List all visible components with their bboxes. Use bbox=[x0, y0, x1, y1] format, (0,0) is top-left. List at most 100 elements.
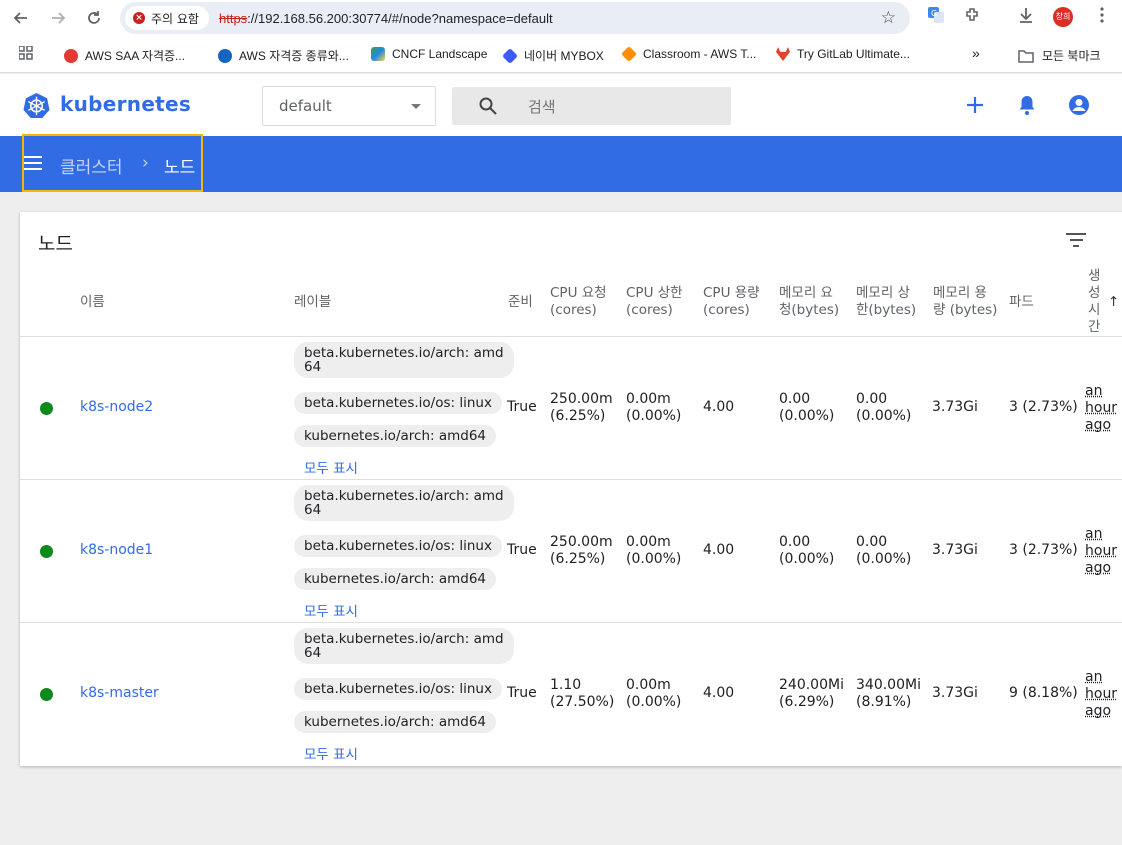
column-header-created[interactable]: 생 성 시 간 bbox=[1088, 268, 1100, 336]
label-chip: beta.kubernetes.io/arch: amd 64 bbox=[294, 485, 514, 521]
bookmark-item[interactable]: Classroom - AWS T... bbox=[621, 46, 757, 62]
cpu-capacity-value: 4.00 bbox=[703, 399, 735, 415]
bookmark-favicon-icon bbox=[371, 47, 385, 61]
bookmark-label: CNCF Landscape bbox=[392, 47, 488, 61]
search-icon bbox=[479, 97, 497, 115]
header-divider bbox=[20, 336, 1122, 337]
column-header-pods: 파드 bbox=[1009, 294, 1034, 310]
pods-value: 3 (2.73%) bbox=[1009, 399, 1078, 415]
security-warning-chip[interactable]: × 주의 요함 bbox=[125, 6, 209, 30]
app-header: kubernetes default 검색 bbox=[0, 74, 1122, 136]
pods-value: 9 (8.18%) bbox=[1009, 685, 1078, 701]
download-icon[interactable] bbox=[1017, 6, 1035, 28]
warning-label: 주의 요함 bbox=[151, 11, 199, 26]
dropdown-caret-icon bbox=[411, 104, 421, 109]
bookmarks-overflow-button[interactable]: » bbox=[972, 45, 980, 61]
filter-icon[interactable] bbox=[1066, 233, 1086, 247]
bookmark-label: Classroom - AWS T... bbox=[643, 47, 757, 61]
column-header-cpu-requests: CPU 요청 (cores) bbox=[550, 285, 607, 318]
translate-icon[interactable]: G bbox=[927, 6, 945, 28]
extensions-icon[interactable] bbox=[964, 6, 982, 28]
profile-avatar[interactable]: 창희 bbox=[1053, 7, 1073, 27]
bookmark-favicon-icon bbox=[776, 47, 790, 61]
back-icon[interactable] bbox=[10, 7, 32, 29]
bookmark-item[interactable]: Try GitLab Ultimate... bbox=[776, 47, 910, 61]
pods-value: 3 (2.73%) bbox=[1009, 542, 1078, 558]
bookmark-item[interactable]: 네이버 MYBOX bbox=[502, 47, 604, 64]
highlight-box bbox=[22, 134, 203, 192]
bookmarks-bar: AWS SAA 자격증... AWS 자격증 종류와... CNCF Lands… bbox=[0, 37, 1122, 73]
memory-requests-value: 0.00 (0.00%) bbox=[779, 391, 835, 424]
column-header-name[interactable]: 이름 bbox=[80, 294, 105, 311]
show-all-labels-link[interactable]: 모두 표시 bbox=[304, 743, 358, 763]
card-title: 노드 bbox=[38, 233, 73, 255]
created-age-value: an hour ago bbox=[1085, 669, 1118, 719]
cpu-capacity-value: 4.00 bbox=[703, 685, 735, 701]
sort-arrow-icon[interactable]: ↑ bbox=[1108, 294, 1119, 311]
more-vert-icon[interactable] bbox=[1093, 6, 1111, 28]
notifications-bell-icon[interactable] bbox=[1016, 94, 1038, 116]
bookmark-label: Try GitLab Ultimate... bbox=[797, 47, 910, 61]
memory-requests-value: 0.00 (0.00%) bbox=[779, 534, 835, 567]
memory-capacity-value: 3.73Gi bbox=[932, 542, 978, 558]
url-text[interactable]: https://192.168.56.200:30774/#/node?name… bbox=[219, 11, 553, 26]
bookmark-favicon-icon bbox=[64, 48, 78, 63]
bookmark-label: AWS 자격증 종류와... bbox=[239, 49, 349, 63]
create-add-icon[interactable] bbox=[964, 94, 986, 116]
kubernetes-logo-icon[interactable] bbox=[23, 92, 50, 119]
address-bar[interactable]: × 주의 요함 https://192.168.56.200:30774/#/n… bbox=[120, 2, 910, 34]
row-divider bbox=[20, 622, 1122, 623]
bookmark-item[interactable]: AWS SAA 자격증... bbox=[64, 47, 185, 64]
reload-icon[interactable] bbox=[83, 7, 105, 29]
bookmark-favicon-icon bbox=[502, 47, 518, 64]
memory-limits-value: 0.00 (0.00%) bbox=[856, 391, 912, 424]
label-chip: kubernetes.io/arch: amd64 bbox=[294, 568, 497, 590]
label-chip: beta.kubernetes.io/arch: amd 64 bbox=[294, 342, 514, 378]
column-header-memory-requests: 메모리 요 청(bytes) bbox=[779, 285, 840, 318]
ready-status-icon bbox=[40, 402, 53, 415]
all-bookmarks-label: 모든 북마크 bbox=[1042, 49, 1101, 63]
bookmark-item[interactable]: AWS 자격증 종류와... bbox=[218, 47, 349, 64]
column-header-ready[interactable]: 준비 bbox=[508, 294, 533, 311]
memory-capacity-value: 3.73Gi bbox=[932, 685, 978, 701]
cpu-limits-value: 0.00m (0.00%) bbox=[626, 391, 682, 424]
warning-icon: × bbox=[133, 12, 145, 24]
label-chip: beta.kubernetes.io/os: linux bbox=[294, 535, 502, 557]
column-header-memory-capacity: 메모리 용 량 (bytes) bbox=[933, 285, 998, 318]
cpu-limits-value: 0.00m (0.00%) bbox=[626, 677, 682, 710]
bookmark-item[interactable]: CNCF Landscape bbox=[371, 47, 487, 61]
bookmark-favicon-icon bbox=[621, 46, 637, 62]
brand-name[interactable]: kubernetes bbox=[60, 92, 191, 116]
ready-value: True bbox=[507, 399, 537, 415]
node-name-link[interactable]: k8s-node1 bbox=[80, 542, 153, 558]
all-bookmarks-folder[interactable]: 모든 북마크 bbox=[1018, 47, 1101, 64]
apps-grid-icon[interactable] bbox=[19, 46, 33, 60]
node-name-link[interactable]: k8s-node2 bbox=[80, 399, 153, 415]
created-age-value: an hour ago bbox=[1085, 383, 1118, 433]
row-divider bbox=[20, 479, 1122, 480]
account-circle-icon[interactable] bbox=[1068, 94, 1090, 116]
search-placeholder: 검색 bbox=[528, 98, 556, 116]
ready-value: True bbox=[507, 542, 537, 558]
cpu-requests-value: 1.10 (27.50%) bbox=[550, 677, 615, 710]
created-age-value: an hour ago bbox=[1085, 526, 1118, 576]
forward-icon[interactable] bbox=[47, 7, 69, 29]
cpu-requests-value: 250.00m (6.25%) bbox=[550, 391, 613, 424]
ready-status-icon bbox=[40, 688, 53, 701]
label-chip: kubernetes.io/arch: amd64 bbox=[294, 425, 497, 447]
bookmark-label: 네이버 MYBOX bbox=[524, 49, 604, 63]
url-scheme: https bbox=[218, 10, 248, 26]
label-chip: kubernetes.io/arch: amd64 bbox=[294, 711, 497, 733]
column-header-memory-limits: 메모리 상 한(bytes) bbox=[856, 285, 917, 318]
show-all-labels-link[interactable]: 모두 표시 bbox=[304, 457, 358, 477]
label-chip: beta.kubernetes.io/os: linux bbox=[294, 678, 502, 700]
cpu-capacity-value: 4.00 bbox=[703, 542, 735, 558]
bookmark-star-icon[interactable]: ☆ bbox=[881, 8, 896, 28]
search-input[interactable]: 검색 bbox=[452, 87, 731, 125]
node-name-link[interactable]: k8s-master bbox=[80, 685, 159, 701]
column-header-cpu-limits: CPU 상한 (cores) bbox=[626, 285, 683, 318]
namespace-select[interactable]: default bbox=[262, 86, 436, 126]
ready-status-icon bbox=[40, 545, 53, 558]
show-all-labels-link[interactable]: 모두 표시 bbox=[304, 600, 358, 620]
column-header-cpu-capacity: CPU 용량 (cores) bbox=[703, 285, 760, 318]
